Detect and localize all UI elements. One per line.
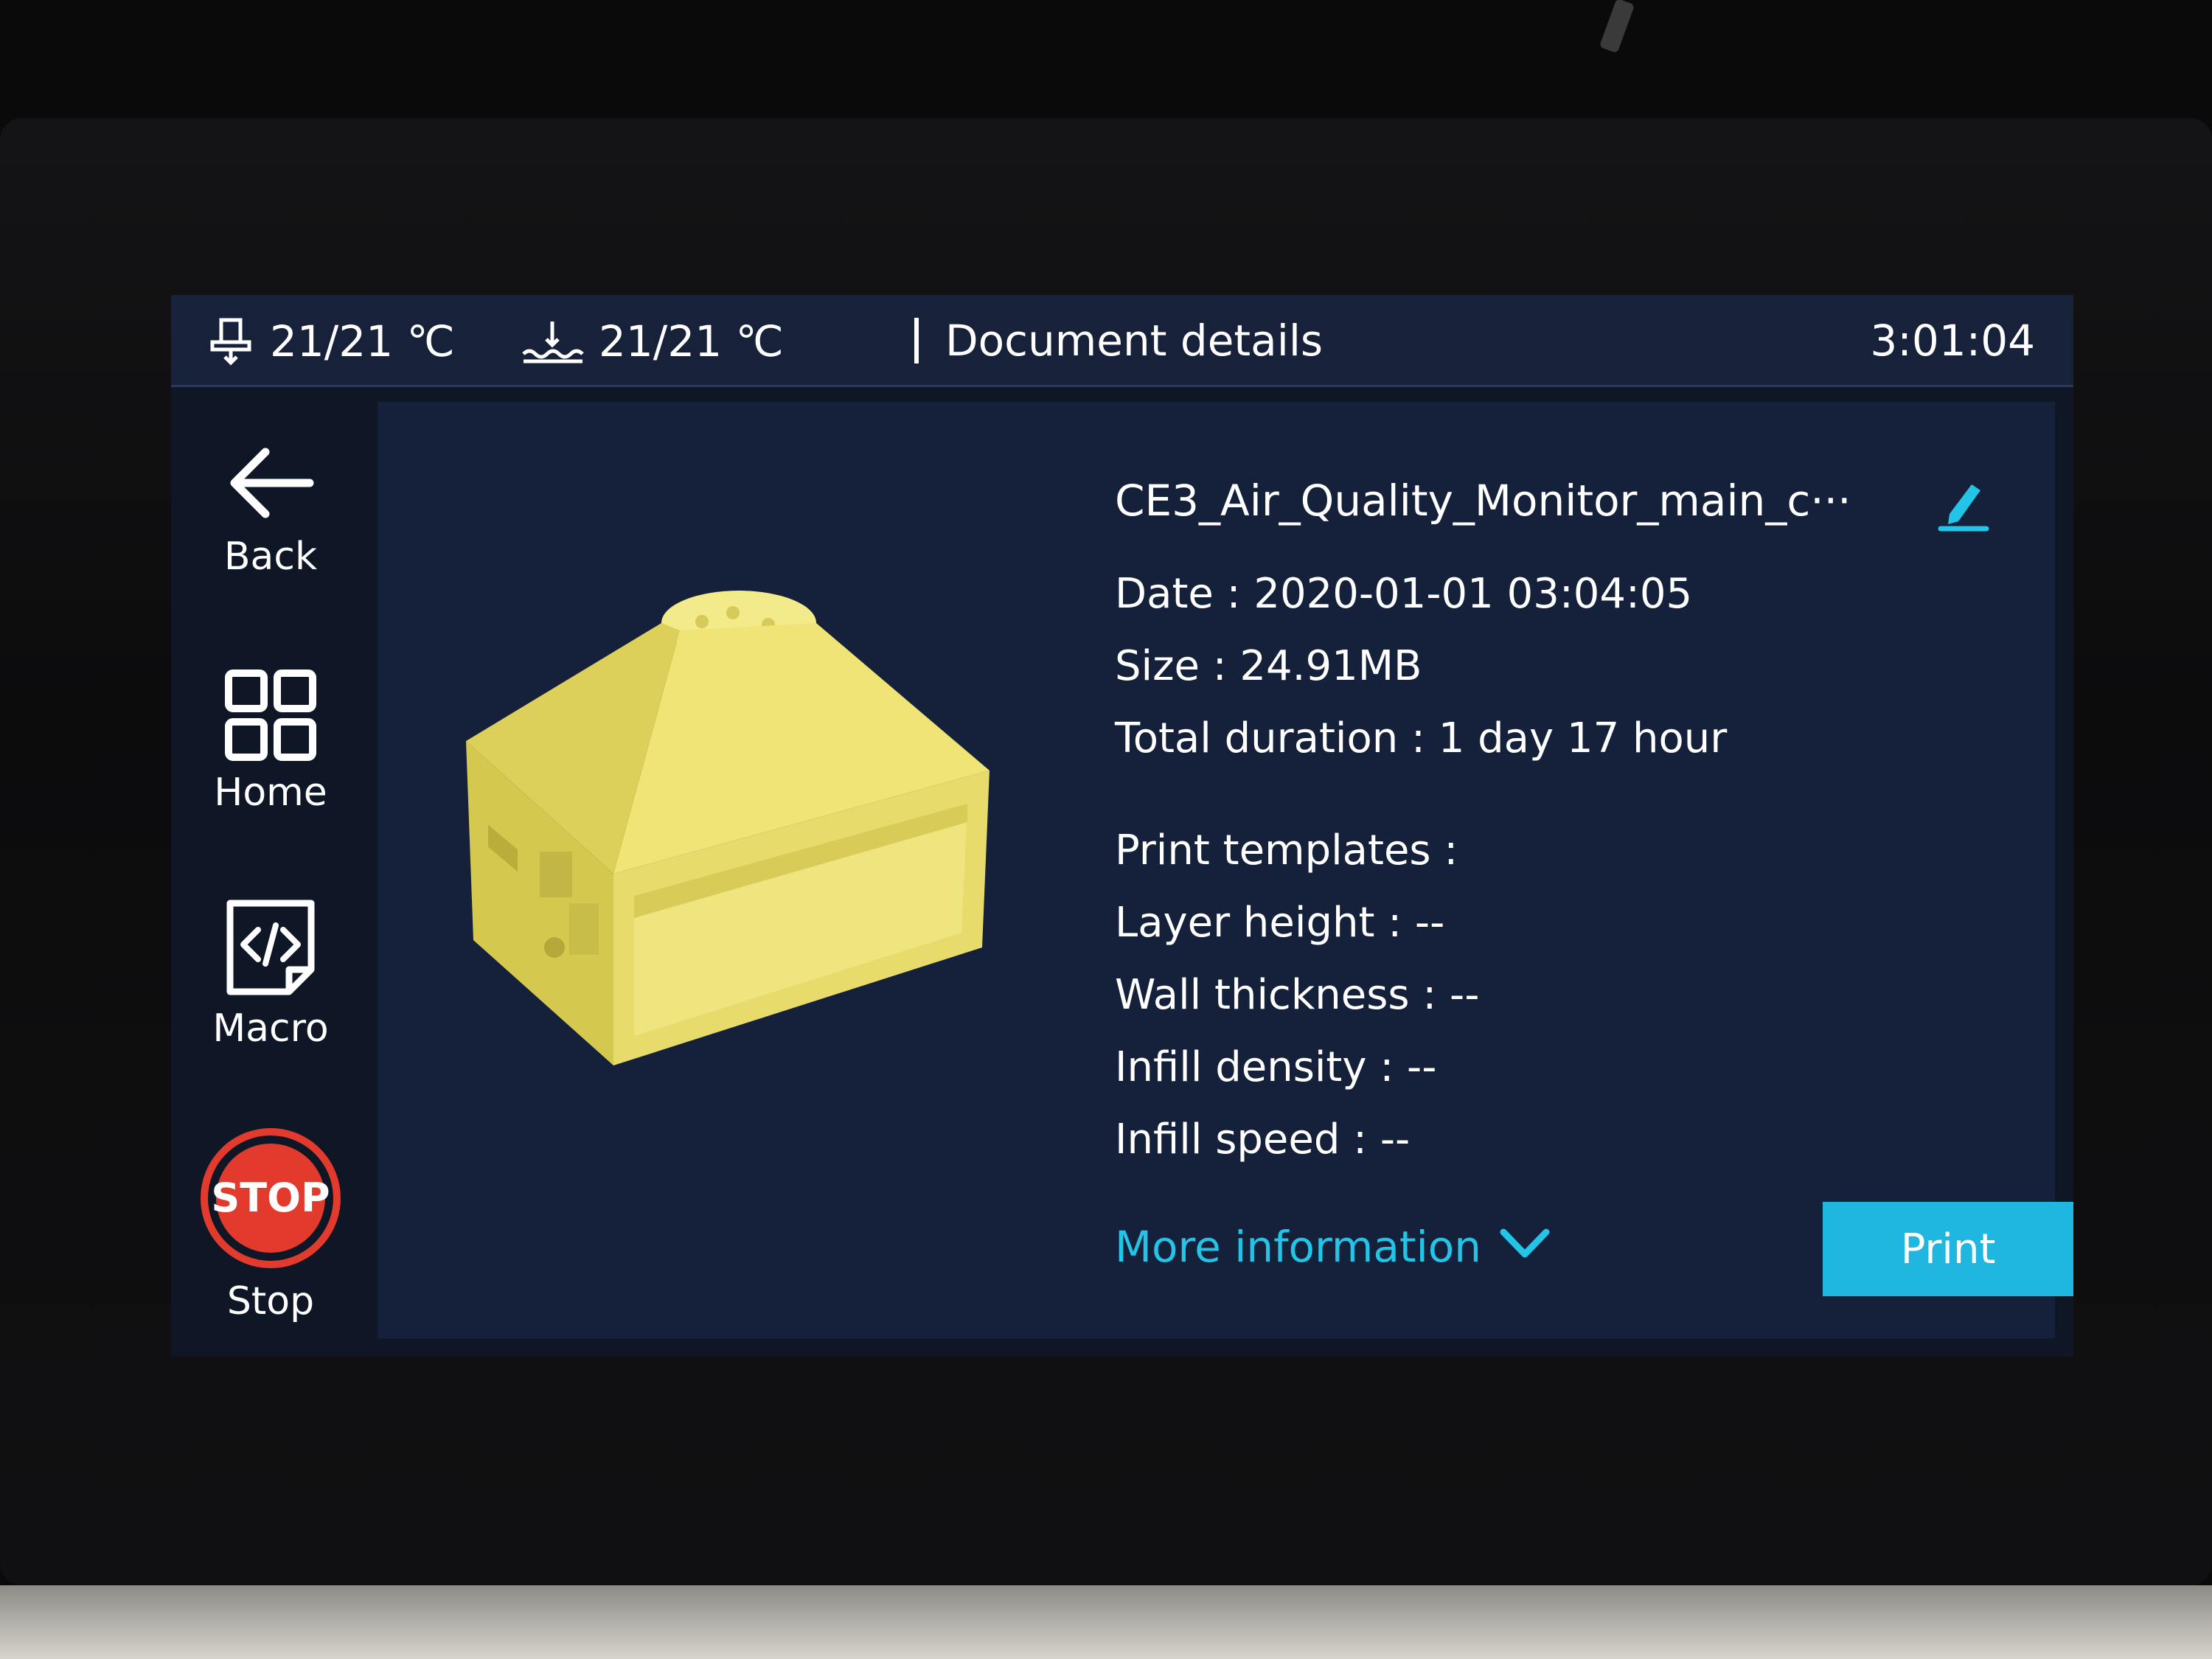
code-document-icon xyxy=(171,896,370,999)
model-preview xyxy=(459,557,1048,1073)
sidebar-item-label: Back xyxy=(223,535,318,579)
document-details-panel: CE3_Air_Quality_Monitor_main_c··· Date :… xyxy=(378,402,2073,1338)
title-divider xyxy=(914,318,919,364)
file-size: Size : 24.91MB xyxy=(1115,642,1422,690)
sidebar-item-macro[interactable]: Macro xyxy=(171,896,370,1051)
sidebar-item-label: Home xyxy=(214,771,327,815)
sidebar-item-label: Stop xyxy=(226,1279,315,1324)
nozzle-temperature-icon xyxy=(205,316,257,367)
nozzle-temperature: 21/21 ℃ xyxy=(205,316,455,367)
nozzle-temperature-value: 21/21 ℃ xyxy=(270,316,455,366)
more-information-label: More information xyxy=(1115,1222,1481,1272)
touchscreen: 21/21 ℃ 21/21 ℃ Document details 3:01:04 xyxy=(171,295,2073,1357)
sidebar: Back Home Macro STOP Stop xyxy=(171,387,370,1357)
print-templates-heading: Print templates : xyxy=(1115,827,1458,874)
sidebar-item-back[interactable]: Back xyxy=(171,439,370,579)
sidebar-item-home[interactable]: Home xyxy=(171,667,370,815)
infill-speed: Infill speed : -- xyxy=(1115,1116,1411,1164)
stop-sign-icon: STOP xyxy=(171,1124,370,1272)
sidebar-item-stop[interactable]: STOP Stop xyxy=(171,1124,370,1324)
cable xyxy=(1599,0,1635,54)
grid-icon xyxy=(171,667,370,763)
stop-sign-text: STOP xyxy=(211,1175,330,1221)
bed-temperature-value: 21/21 ℃ xyxy=(599,316,784,366)
bed-temperature: 21/21 ℃ xyxy=(519,316,784,367)
layer-height: Layer height : -- xyxy=(1115,899,1445,947)
chevron-down-icon xyxy=(1499,1222,1551,1272)
bed-temperature-icon xyxy=(519,316,585,367)
sidebar-item-label: Macro xyxy=(212,1006,329,1051)
file-name: CE3_Air_Quality_Monitor_main_c··· xyxy=(1115,476,1851,526)
total-duration: Total duration : 1 day 17 hour xyxy=(1115,714,1728,762)
infill-density: Infill density : -- xyxy=(1115,1043,1437,1091)
desk-surface xyxy=(0,1585,2212,1659)
edit-filename-button[interactable] xyxy=(1933,476,1992,535)
pencil-icon xyxy=(1933,484,1992,545)
page-title-text: Document details xyxy=(945,316,1324,366)
more-information-link[interactable]: More information xyxy=(1115,1222,1551,1272)
clock: 3:01:04 xyxy=(1870,316,2035,366)
back-arrow-icon xyxy=(171,439,370,527)
file-date: Date : 2020-01-01 03:04:05 xyxy=(1115,570,1693,618)
print-button[interactable]: Print xyxy=(1823,1202,2073,1296)
page-title: Document details xyxy=(914,316,1323,366)
status-bar: 21/21 ℃ 21/21 ℃ Document details 3:01:04 xyxy=(171,295,2073,387)
wall-thickness: Wall thickness : -- xyxy=(1115,971,1480,1019)
